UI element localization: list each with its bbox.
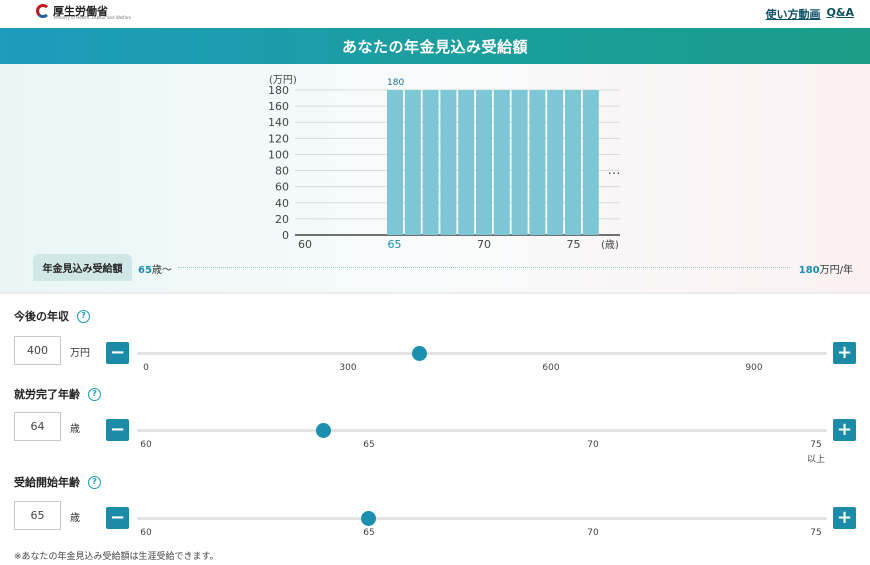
- summary-age: 65歳〜: [138, 261, 172, 276]
- retire-age-tick: 75: [810, 440, 822, 450]
- bar: [547, 90, 564, 235]
- income-tick: 900: [745, 363, 763, 373]
- qa-link[interactable]: Q&A: [827, 6, 854, 22]
- income-input[interactable]: 400: [14, 336, 61, 365]
- summary-label: 年金見込み受給額: [33, 254, 132, 281]
- pension-summary: 年金見込み受給額 65歳〜 180万円/年: [0, 254, 870, 281]
- start-age-title: 受給開始年齢 ?: [14, 474, 101, 490]
- start-age-unit: 歳: [70, 513, 80, 524]
- income-tick: 600: [542, 363, 560, 373]
- start-age-tick: 60: [140, 528, 152, 538]
- start-age-increase-button[interactable]: +: [833, 507, 856, 529]
- y-tick-label: 120: [268, 132, 289, 145]
- y-tick-label: 60: [275, 181, 289, 194]
- help-icon[interactable]: ?: [77, 309, 90, 323]
- retire-age-tick: 65: [363, 440, 375, 450]
- top-bar: 厚生労働省 Ministry of Health, Labour and Wel…: [0, 0, 870, 28]
- summary-age-value: 65: [138, 265, 152, 276]
- bar: [493, 90, 510, 235]
- x-tick-label: 70: [477, 238, 491, 251]
- income-tick: 300: [339, 363, 357, 373]
- retire-age-tick: 70: [587, 440, 599, 450]
- income-slider-thumb[interactable]: [412, 346, 428, 361]
- continuation-marker: …: [608, 163, 621, 178]
- x-tick-label: 75: [567, 238, 581, 251]
- footnote: ※あなたの年金見込み受給額は生涯受給できます。: [14, 552, 219, 562]
- summary-amount-suffix: 万円/年: [819, 265, 853, 276]
- income-increase-button[interactable]: +: [833, 342, 856, 364]
- retire-age-unit: 歳: [70, 424, 80, 435]
- start-age-decrease-button[interactable]: −: [106, 507, 129, 529]
- summary-age-suffix: 歳〜: [151, 265, 172, 276]
- page-title: あなたの年金見込み受給額: [341, 37, 528, 56]
- help-icon[interactable]: ?: [88, 475, 101, 489]
- retire-age-slider-track[interactable]: [137, 429, 827, 432]
- pension-chart-svg: 020406080100120140160180(万円) 18060 65 70 75(…: [268, 75, 621, 251]
- retire-age-decrease-button[interactable]: −: [106, 419, 129, 441]
- y-tick-label: 80: [275, 165, 289, 178]
- bar: [511, 90, 528, 235]
- retire-age-input[interactable]: 64: [14, 412, 61, 441]
- retire-age-title: 就労完了年齢 ?: [14, 386, 101, 402]
- x-tick-label: 60: [298, 238, 312, 251]
- income-title: 今後の年収 ?: [14, 308, 90, 324]
- top-links: 使い方動画 Q&A: [766, 6, 854, 22]
- section-divider: [0, 292, 870, 294]
- y-axis-unit-label: (万円): [269, 75, 297, 86]
- y-tick-label: 140: [268, 116, 289, 129]
- bar: [404, 90, 421, 235]
- x-axis-unit-label: (歳): [601, 239, 619, 251]
- y-tick-label: 160: [268, 100, 289, 113]
- x-tick-label: 65: [388, 238, 402, 251]
- logo-subtext: Ministry of Health, Labour and Welfare: [54, 15, 132, 20]
- bar-data-label: 180: [387, 78, 404, 88]
- retire-age-title-text: 就労完了年齢: [14, 388, 80, 401]
- y-tick-label: 40: [275, 197, 289, 210]
- retire-age-slider-thumb[interactable]: [315, 423, 331, 438]
- income-slider-track[interactable]: [137, 352, 827, 355]
- start-age-title-text: 受給開始年齢: [14, 476, 80, 489]
- summary-dotted-leader: [178, 267, 790, 268]
- y-tick-label: 0: [282, 229, 289, 242]
- retire-age-tick: 60: [140, 440, 152, 450]
- y-tick-label: 20: [275, 213, 289, 226]
- start-age-tick: 65: [363, 528, 375, 538]
- bar: [422, 90, 439, 235]
- start-age-tick: 75: [810, 528, 822, 538]
- bar: [387, 90, 403, 235]
- summary-amount: 180万円/年: [799, 261, 853, 276]
- y-tick-label: 100: [268, 148, 289, 161]
- bar: [582, 90, 599, 235]
- bar: [529, 90, 546, 235]
- bar: [458, 90, 475, 235]
- retire-age-increase-button[interactable]: +: [833, 419, 856, 441]
- mhlw-logo-icon: [36, 4, 50, 18]
- bar: [565, 90, 581, 235]
- start-age-tick: 70: [587, 528, 599, 538]
- summary-amount-value: 180: [798, 265, 820, 276]
- bar: [440, 90, 457, 235]
- start-age-slider-track[interactable]: [137, 517, 827, 520]
- income-decrease-button[interactable]: −: [106, 342, 129, 364]
- bar: [476, 90, 492, 235]
- start-age-input[interactable]: 65: [14, 501, 61, 530]
- income-title-text: 今後の年収: [14, 310, 69, 323]
- retire-age-tick-sub: 以上: [807, 455, 826, 465]
- video-guide-link[interactable]: 使い方動画: [766, 6, 821, 22]
- income-unit: 万円: [70, 348, 90, 359]
- title-bar: あなたの年金見込み受給額: [0, 28, 870, 64]
- start-age-slider-thumb[interactable]: [360, 511, 376, 526]
- income-tick: 0: [143, 363, 149, 373]
- help-icon[interactable]: ?: [88, 387, 101, 401]
